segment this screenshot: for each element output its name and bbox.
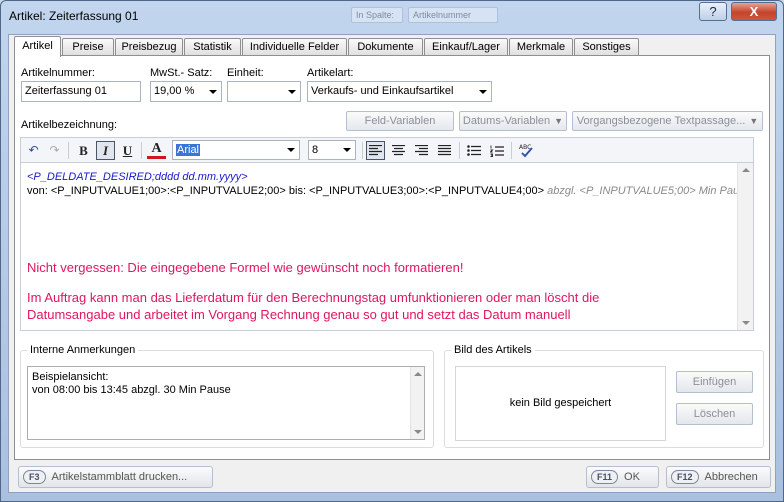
f12-key-badge: F12 [671, 470, 699, 485]
bullet-list-icon[interactable] [464, 141, 483, 160]
artikelart-label: Artikelart: [307, 67, 354, 79]
editor-line-inputvalues: von: <P_INPUTVALUE1;00>:<P_INPUTVALUE2;0… [27, 185, 751, 197]
dropdown-arrow-icon: ▼ [749, 116, 759, 126]
feld-variablen-button[interactable]: Feld-Variablen [346, 111, 454, 131]
loeschen-button[interactable]: Löschen [676, 403, 753, 425]
ok-button-label: OK [624, 471, 640, 483]
scroll-down-icon[interactable] [414, 430, 422, 434]
artikelnummer-input[interactable]: Zeiterfassung 01 [21, 81, 141, 102]
font-color-button[interactable]: A [147, 141, 166, 159]
font-name-select[interactable]: Arial [172, 140, 300, 160]
italic-button[interactable]: I [96, 141, 115, 160]
interne-anmerkungen-title: Interne Anmerkungen [27, 344, 139, 356]
chevron-down-icon [288, 90, 296, 94]
f3-key-badge: F3 [23, 470, 46, 485]
align-right-icon[interactable] [412, 141, 431, 160]
vorgangsbezogene-label: Vorgangsbezogene Textpassage... [576, 115, 746, 127]
numbered-list-icon[interactable] [487, 141, 506, 160]
editor-line-deldate: <P_DELDATE_DESIRED;dddd dd.mm.yyyy> [27, 171, 248, 183]
tab-einkauf-lager[interactable]: Einkauf/Lager [424, 38, 508, 56]
no-image-placeholder: kein Bild gespeichert [509, 397, 612, 409]
close-button[interactable]: X [731, 2, 777, 21]
chevron-down-icon [209, 90, 217, 94]
f11-key-badge: F11 [591, 470, 619, 485]
bild-des-artikels-group: Bild des Artikels kein Bild gespeichert … [444, 344, 764, 448]
datums-variablen-label: Datums-Variablen [462, 115, 551, 127]
window-title: Artikel: Zeiterfassung 01 [9, 9, 139, 23]
article-window: Artikel: Zeiterfassung 01 In Spalte: Art… [0, 0, 784, 502]
abbrechen-button[interactable]: F12 Abbrechen [666, 466, 771, 488]
vorgangsbezogene-textpassage-button[interactable]: Vorgangsbezogene Textpassage... ▼ [572, 111, 763, 131]
toolbar-separator [141, 142, 142, 159]
artikelart-select-value: Verkaufs- und Einkaufsartikel [311, 85, 454, 97]
font-size-value: 8 [312, 144, 319, 156]
einfuegen-button[interactable]: Einfügen [676, 371, 753, 393]
interne-anmerkungen-group: Interne Anmerkungen Beispielansicht: von… [20, 344, 434, 448]
editor-line-reminder: Nicht vergessen: Die eingegebene Formel … [27, 260, 464, 275]
tab-artikel[interactable]: Artikel [14, 36, 61, 57]
toolbar-separator [511, 142, 512, 159]
toolbar-separator [68, 142, 69, 159]
font-name-value: Arial [176, 144, 201, 156]
tab-dokumente[interactable]: Dokumente [348, 38, 423, 56]
artikelnummer-label: Artikelnummer: [21, 67, 95, 79]
notes-scrollbar[interactable] [410, 367, 424, 439]
notes-line-2: von 08:00 bis 13:45 abzgl. 30 Min Pause [32, 384, 231, 396]
tab-page-artikel: Artikelnummer: Zeiterfassung 01 MwSt.- S… [14, 55, 770, 460]
mwst-label: MwSt.- Satz: [150, 67, 213, 79]
editor-line-note-2: Datumsangabe und arbeitet im Vorgang Rec… [27, 307, 571, 322]
background-ghost-field: Artikelnummer [408, 7, 498, 23]
align-justify-icon[interactable] [435, 141, 454, 160]
tab-preise[interactable]: Preise [62, 38, 114, 56]
tab-sonstiges[interactable]: Sonstiges [574, 38, 639, 56]
chevron-down-icon [343, 148, 351, 152]
mwst-select-value: 19,00 % [154, 85, 195, 97]
tab-statistik[interactable]: Statistik [184, 38, 241, 56]
ok-button[interactable]: F11 OK [586, 466, 659, 488]
background-ghost-label: In Spalte: [351, 7, 403, 23]
mwst-select[interactable]: 19,00 % [150, 81, 222, 102]
artikelbezeichnung-editor[interactable]: <P_DELDATE_DESIRED;dddd dd.mm.yyyy> von:… [20, 162, 754, 331]
align-center-icon[interactable] [389, 141, 408, 160]
scroll-up-icon[interactable] [742, 168, 750, 172]
toolbar-separator [459, 142, 460, 159]
editor-line-inputvalues-main: von: <P_INPUTVALUE1;00>:<P_INPUTVALUE2;0… [27, 185, 545, 197]
undo-icon[interactable]: ↶ [24, 141, 43, 160]
chevron-down-icon [287, 148, 295, 152]
chevron-down-icon [479, 90, 487, 94]
title-bar: Artikel: Zeiterfassung 01 In Spalte: Art… [1, 1, 783, 31]
einheit-label: Einheit: [227, 67, 264, 79]
interne-anmerkungen-memo[interactable]: Beispielansicht: von 08:00 bis 13:45 abz… [27, 366, 425, 440]
tab-preisbezug[interactable]: Preisbezug [115, 38, 183, 56]
align-left-icon[interactable] [366, 141, 385, 160]
artikelstammblatt-drucken-button[interactable]: F3 Artikelstammblatt drucken... [18, 466, 213, 488]
redo-icon[interactable]: ↷ [45, 141, 64, 160]
article-image-box: kein Bild gespeichert [455, 366, 666, 441]
editor-line-note-1: Im Auftrag kann man das Lieferdatum für … [27, 290, 600, 305]
spellcheck-icon[interactable]: ABC [517, 141, 536, 160]
dropdown-arrow-icon: ▼ [554, 116, 564, 126]
tab-merkmale[interactable]: Merkmale [509, 38, 573, 56]
editor-line-inputvalues-pause: abzgl. <P_INPUTVALUE5;00> Min Pause [547, 185, 751, 197]
artikelart-select[interactable]: Verkaufs- und Einkaufsartikel [307, 81, 492, 102]
notes-line-1: Beispielansicht: [32, 371, 109, 383]
bold-button[interactable]: B [74, 141, 93, 160]
dialog-body: Artikel Preise Preisbezug Statistik Indi… [8, 34, 776, 493]
datums-variablen-button[interactable]: Datums-Variablen ▼ [459, 111, 567, 131]
underline-button[interactable]: U [118, 141, 137, 160]
font-size-select[interactable]: 8 [308, 140, 356, 160]
scroll-down-icon[interactable] [742, 321, 750, 325]
scroll-up-icon[interactable] [414, 372, 422, 376]
toolbar-separator [362, 142, 363, 159]
tab-individuelle-felder[interactable]: Individuelle Felder [242, 38, 347, 56]
cancel-button-label: Abbrechen [704, 471, 758, 483]
print-button-label: Artikelstammblatt drucken... [51, 471, 188, 483]
artikelbezeichnung-label: Artikelbezeichnung: [21, 119, 118, 131]
bild-des-artikels-title: Bild des Artikels [451, 344, 535, 356]
editor-scrollbar[interactable] [737, 163, 753, 330]
help-button[interactable]: ? [699, 2, 727, 21]
rich-text-toolbar: ↶ ↷ B I U A Arial 8 ABC [20, 137, 754, 162]
einheit-select[interactable] [227, 81, 301, 102]
